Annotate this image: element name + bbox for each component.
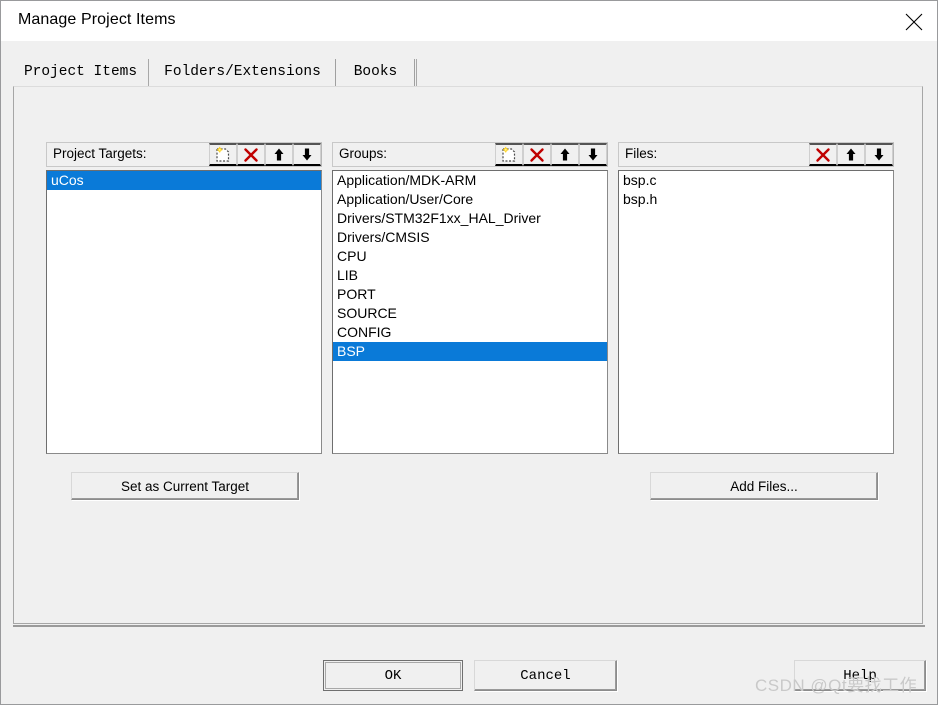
move-up-icon[interactable]: [551, 143, 579, 166]
list-item[interactable]: Application/MDK-ARM: [333, 171, 607, 190]
list-item[interactable]: uCos: [47, 171, 321, 190]
files-label: Files:: [625, 146, 658, 161]
tab-strip-end-divider: [416, 59, 417, 87]
project-targets-toolbar: [209, 143, 321, 166]
project-targets-header: Project Targets:: [46, 142, 322, 167]
move-up-glyph: [274, 148, 284, 160]
project-items-tab-panel: Project Targets: uCos Set as Current Tar…: [13, 86, 923, 624]
ok-button[interactable]: OK: [323, 660, 463, 691]
new-item-glyph: [502, 146, 516, 162]
new-item-glyph: [216, 146, 230, 162]
tab-strip: Project Items Folders/Extensions Books: [13, 59, 923, 87]
tab-books[interactable]: Books: [337, 59, 415, 87]
list-item[interactable]: Drivers/STM32F1xx_HAL_Driver: [333, 209, 607, 228]
list-item[interactable]: BSP: [333, 342, 607, 361]
help-button[interactable]: Help: [794, 660, 926, 691]
move-up-icon[interactable]: [265, 143, 293, 166]
list-item[interactable]: CPU: [333, 247, 607, 266]
tab-books-label: Books: [353, 64, 398, 80]
groups-listbox[interactable]: Application/MDK-ARM Application/User/Cor…: [332, 170, 608, 454]
files-toolbar: [809, 143, 893, 166]
delete-item-glyph: [816, 147, 830, 162]
groups-label: Groups:: [339, 146, 388, 161]
add-files-button[interactable]: Add Files...: [650, 472, 878, 500]
list-item[interactable]: Application/User/Core: [333, 190, 607, 209]
move-down-icon[interactable]: [293, 143, 321, 166]
title-bar: Manage Project Items: [1, 1, 937, 41]
move-down-glyph: [302, 148, 312, 160]
window-title: Manage Project Items: [18, 11, 176, 28]
delete-item-glyph: [244, 147, 258, 162]
cancel-button[interactable]: Cancel: [474, 660, 617, 691]
new-item-icon[interactable]: [209, 143, 237, 166]
move-down-icon[interactable]: [579, 143, 607, 166]
tab-folders-extensions[interactable]: Folders/Extensions: [150, 59, 336, 87]
close-icon[interactable]: [891, 1, 937, 41]
delete-item-icon[interactable]: [237, 143, 265, 166]
tab-project-items[interactable]: Project Items: [13, 59, 149, 87]
move-down-glyph: [874, 148, 884, 160]
files-header: Files:: [618, 142, 894, 167]
list-item[interactable]: CONFIG: [333, 323, 607, 342]
set-as-current-target-button[interactable]: Set as Current Target: [71, 472, 299, 500]
move-up-icon[interactable]: [837, 143, 865, 166]
groups-header: Groups:: [332, 142, 608, 167]
tab-folders-extensions-label: Folders/Extensions: [164, 64, 321, 80]
delete-item-icon[interactable]: [523, 143, 551, 166]
project-targets-listbox[interactable]: uCos: [46, 170, 322, 454]
list-item[interactable]: bsp.c: [619, 171, 893, 190]
list-item[interactable]: SOURCE: [333, 304, 607, 323]
move-up-glyph: [560, 148, 570, 160]
tab-project-items-label: Project Items: [23, 64, 138, 80]
list-item[interactable]: PORT: [333, 285, 607, 304]
list-item[interactable]: Drivers/CMSIS: [333, 228, 607, 247]
list-item[interactable]: LIB: [333, 266, 607, 285]
close-glyph: [905, 13, 923, 31]
project-targets-label: Project Targets:: [53, 146, 147, 161]
new-item-icon[interactable]: [495, 143, 523, 166]
move-down-glyph: [588, 148, 598, 160]
delete-item-glyph: [530, 147, 544, 162]
move-up-glyph: [846, 148, 856, 160]
groups-toolbar: [495, 143, 607, 166]
list-item[interactable]: bsp.h: [619, 190, 893, 209]
files-listbox[interactable]: bsp.c bsp.h: [618, 170, 894, 454]
footer-separator: [13, 625, 925, 627]
manage-project-items-dialog: Manage Project Items Project Items Folde…: [0, 0, 938, 705]
move-down-icon[interactable]: [865, 143, 893, 166]
delete-item-icon[interactable]: [809, 143, 837, 166]
